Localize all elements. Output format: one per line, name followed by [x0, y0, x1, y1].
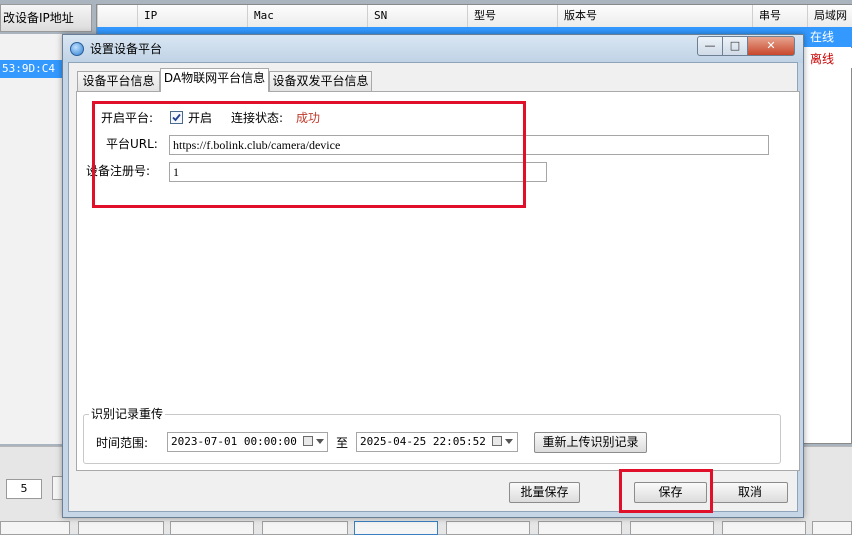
tab-device-platform[interactable]: 设备平台信息 — [77, 71, 160, 91]
maximize-button[interactable]: □ — [722, 36, 748, 56]
calendar-dropdown-icon[interactable] — [492, 435, 514, 449]
cancel-button[interactable]: 取消 — [712, 482, 788, 503]
tab-da-iot-platform[interactable]: DA物联网平台信息 — [160, 68, 269, 92]
minimize-button[interactable]: — — [697, 36, 723, 56]
reupload-group-title: 识别记录重传 — [89, 406, 166, 422]
close-button[interactable]: ✕ — [747, 36, 795, 56]
end-time-picker[interactable]: 2025-04-25 22:05:52 — [356, 432, 518, 452]
tab-dual-platform[interactable]: 设备双发平台信息 — [269, 71, 372, 91]
time-range-label: 时间范围: — [96, 436, 149, 450]
grid-header-mac[interactable]: Mac — [247, 5, 367, 27]
grid-header-version[interactable]: 版本号 — [557, 5, 752, 27]
grid-header-lan[interactable]: 局域网 — [807, 5, 852, 27]
grid-header-blank — [97, 5, 137, 27]
calendar-dropdown-icon[interactable] — [303, 435, 325, 449]
dialog-titlebar[interactable] — [63, 35, 803, 63]
grid-header-ip[interactable]: IP — [137, 5, 247, 27]
annotation-highlight-box — [92, 101, 526, 208]
annotation-highlight-box — [619, 469, 713, 513]
status-online-cell: 在线 — [810, 30, 835, 44]
batch-save-button[interactable]: 批量保存 — [509, 482, 580, 503]
start-time-picker[interactable]: 2023-07-01 00:00:00 — [167, 432, 328, 452]
grid-header-model[interactable]: 型号 — [467, 5, 557, 27]
grid-header-serial[interactable]: 串号 — [752, 5, 807, 27]
to-label: 至 — [336, 436, 349, 450]
change-ip-button[interactable]: 改设备IP地址 — [0, 4, 92, 32]
start-time-value: 2023-07-01 00:00:00 — [171, 435, 297, 448]
device-grid-header: IP Mac SN 型号 版本号 串号 局域网 — [97, 5, 852, 28]
reupload-records-button[interactable]: 重新上传识别记录 — [534, 432, 647, 453]
status-offline-cell: 离线 — [808, 50, 852, 68]
page-size-input[interactable]: 5 — [6, 479, 42, 499]
app-icon — [70, 42, 84, 56]
dialog-title: 设置设备平台 — [90, 42, 163, 56]
grid-header-sn[interactable]: SN — [367, 5, 467, 27]
end-time-value: 2025-04-25 22:05:52 — [360, 435, 486, 448]
